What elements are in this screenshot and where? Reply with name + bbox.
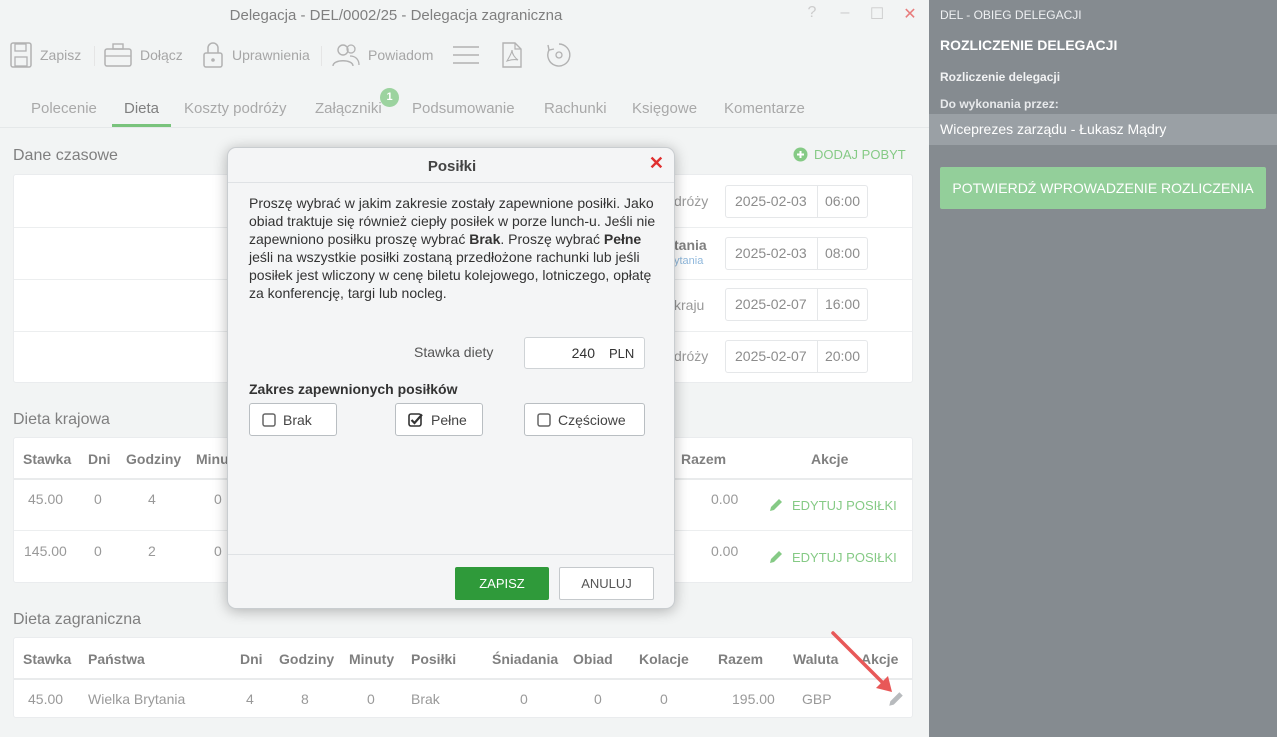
save-button[interactable]: ZAPISZ [455, 567, 549, 600]
checkbox-empty-icon [537, 412, 551, 427]
option-label: Częściowe [558, 411, 626, 428]
instructions-text: jeśli na wszystkie posiłki zostaną przed… [249, 249, 652, 301]
confirm-settlement-button[interactable]: POTWIERDŹ WPROWADZENIE ROZLICZENIA [940, 167, 1266, 209]
cancel-button[interactable]: ANULUJ [559, 567, 654, 600]
instructions-bold: Brak [469, 231, 501, 247]
checkbox-empty-icon [262, 412, 276, 427]
workflow-step: Rozliczenie delegacji [940, 70, 1061, 84]
instructions-bold: Pełne [603, 231, 642, 247]
assignee-label: Do wykonania przez: [940, 97, 1059, 111]
dialog-instructions: Proszę wybrać w jakim zakresie zostały z… [249, 194, 659, 302]
option-label: Pełne [431, 411, 467, 428]
option-czesciowe-checkbox[interactable]: Częściowe [524, 403, 645, 436]
meals-dialog: Posiłki ✕ Proszę wybrać w jakim zakresie… [227, 147, 675, 609]
rate-input[interactable]: 240 PLN [524, 337, 645, 369]
dialog-title: Posiłki [427, 158, 477, 175]
option-brak-checkbox[interactable]: Brak [249, 403, 337, 436]
close-icon[interactable]: ✕ [649, 153, 664, 174]
assignee-value: Wiceprezes zarządu - Łukasz Mądry [929, 114, 1277, 145]
rate-value: 240 [571, 345, 595, 361]
workflow-heading: ROZLICZENIE DELEGACJI [940, 37, 1118, 53]
instructions-text: . Proszę wybrać [500, 231, 604, 247]
workflow-name: DEL - OBIEG DELEGACJI [940, 8, 1082, 22]
meals-scope-label: Zakres zapewnionych posiłków [249, 381, 458, 397]
workflow-sidebar: DEL - OBIEG DELEGACJI ROZLICZENIE DELEGA… [929, 0, 1277, 737]
rate-label: Stawka diety [414, 344, 494, 360]
checkbox-checked-icon [408, 412, 423, 427]
option-label: Brak [283, 411, 312, 428]
dialog-footer-divider [228, 554, 674, 555]
option-pelne-checkbox[interactable]: Pełne [395, 403, 483, 436]
dialog-header-divider [228, 182, 674, 183]
rate-unit: PLN [609, 346, 635, 361]
